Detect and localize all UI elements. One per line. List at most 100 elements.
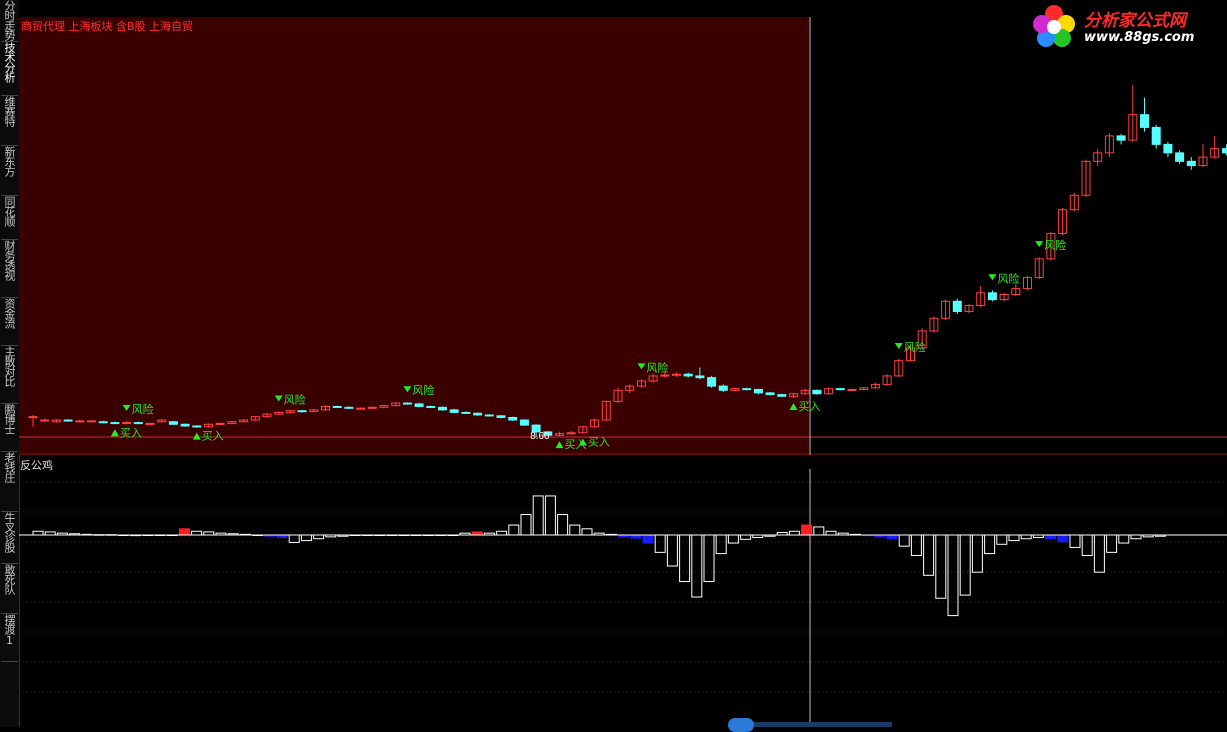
sidebar-tab-7[interactable]: 主散对比: [1, 346, 18, 404]
candle-body: [356, 407, 366, 410]
sidebar-tab-11[interactable]: 敢死队: [1, 564, 18, 614]
sidebar-tab-4[interactable]: 同花顺: [1, 196, 18, 240]
candle-body: [707, 377, 717, 387]
sidebar-tab-9[interactable]: 老钱庄: [1, 452, 18, 512]
indicator-bar: [923, 534, 935, 576]
sidebar-tab-8[interactable]: 鹏博士: [1, 404, 18, 452]
flower-logo-icon: [1033, 5, 1075, 47]
indicator-bar: [300, 534, 312, 542]
sidebar-tab-5[interactable]: 财务透视: [1, 240, 18, 298]
indicator-bar: [1093, 534, 1105, 573]
sidebar-tab-0[interactable]: 分时走势: [1, 0, 18, 42]
candle-61: [742, 387, 752, 391]
candle-body: [1116, 135, 1126, 141]
sidebar-tab-label: 鹏博士: [3, 404, 16, 434]
indicator-bar: [801, 524, 813, 536]
candle-body: [777, 394, 787, 397]
candle-32: [402, 402, 412, 405]
sidebar-tab-label: 新东方: [3, 146, 16, 176]
indicator-bar: [1081, 534, 1093, 556]
sidebar-tab-12[interactable]: 摆渡1: [1, 614, 18, 662]
candle-body: [695, 375, 705, 379]
candle-body: [40, 419, 50, 422]
candle-78: [941, 299, 951, 320]
indicator-bar: [959, 534, 971, 596]
scroll-knob[interactable]: [728, 718, 754, 732]
signal-label: 买入: [202, 430, 224, 443]
candle-body: [812, 389, 822, 395]
sidebar-tab-6[interactable]: 资金流: [1, 298, 18, 346]
sidebar-tab-3[interactable]: 新东方: [1, 146, 18, 196]
sidebar-tab-2[interactable]: 维赛特: [1, 96, 18, 146]
candle-body: [110, 422, 120, 425]
candle-14: [192, 425, 202, 428]
indicator-bar: [910, 534, 922, 556]
candle-body: [765, 392, 775, 396]
candle-27: [344, 406, 354, 410]
candle-23: [297, 409, 307, 413]
indicator-bar: [825, 530, 837, 536]
signal-label: 买入: [799, 400, 821, 413]
indicator-bar: [1069, 534, 1081, 548]
candle-91: [1093, 148, 1103, 166]
sidebar-tab-label: 敢死队: [3, 564, 16, 594]
candle-body: [192, 425, 202, 428]
sidebar-tab-label: 资金流: [3, 298, 16, 328]
signal-label: 风险: [284, 393, 306, 407]
candle-12: [168, 420, 178, 426]
candle-26: [332, 405, 342, 409]
logo-name: 分析家公式网: [1084, 11, 1186, 31]
candle-body: [1163, 143, 1173, 154]
candle-body: [1175, 152, 1185, 162]
indicator-chart: [19, 469, 1227, 727]
sidebar-tab-1[interactable]: 技术分析: [1, 42, 18, 96]
sidebar-tab-label: 同花顺: [3, 196, 16, 226]
sidebar-tab-label: 维赛特: [3, 96, 16, 126]
indicator-bar: [935, 534, 947, 599]
indicator-bar: [1008, 534, 1020, 542]
risk-signal: 风险: [1035, 238, 1066, 252]
candle-body: [449, 409, 459, 413]
indicator-bar: [1020, 534, 1032, 540]
down-arrow-icon: [988, 274, 997, 281]
candle-9: [133, 421, 143, 425]
indicator-bar: [191, 530, 203, 536]
candle-body: [98, 421, 108, 424]
candle-body: [496, 415, 506, 418]
candle-body: [1151, 126, 1161, 145]
indicator-panel[interactable]: [19, 455, 1227, 727]
candle-body: [87, 420, 96, 423]
signal-label: 风险: [904, 340, 926, 354]
candle-16: [215, 422, 225, 426]
candle-body: [987, 292, 997, 301]
indicator-bar: [886, 534, 898, 540]
candle-40: [496, 414, 506, 419]
scroll-track[interactable]: [752, 722, 892, 727]
candle-86: [1034, 257, 1044, 280]
down-arrow-icon: [1035, 241, 1044, 248]
candle-39: [484, 414, 494, 417]
indicator-bar: [971, 534, 983, 573]
candle-body: [367, 406, 377, 409]
price-chart-panel[interactable]: 风险 买入 买入 风险 风险 买入 买入 风险 买入 风险 风险 风险 8.60: [19, 17, 1227, 455]
indicator-bar: [1045, 534, 1057, 540]
candle-33: [414, 403, 424, 408]
candle-body: [718, 385, 728, 391]
candle-body: [1140, 114, 1149, 128]
indicator-bar: [581, 528, 593, 536]
candle-body: [473, 412, 483, 416]
candle-71: [859, 386, 869, 391]
candle-body: [508, 416, 518, 421]
candle-body: [847, 389, 857, 392]
candle-body: [414, 403, 424, 407]
signal-label: 买入: [120, 426, 142, 439]
price-chart: 风险买入 买入风险风险买入 买入风险买入风险风险风险8.60: [19, 17, 1227, 455]
down-arrow-icon: [894, 342, 903, 349]
indicator-bar: [691, 534, 703, 598]
candle-97: [1163, 141, 1173, 158]
sidebar-tab-10[interactable]: 牛叉诊股: [1, 512, 18, 564]
candle-36: [449, 409, 459, 414]
indicator-bar: [654, 534, 666, 553]
candle-37: [461, 411, 471, 415]
candle-89: [1069, 192, 1079, 212]
